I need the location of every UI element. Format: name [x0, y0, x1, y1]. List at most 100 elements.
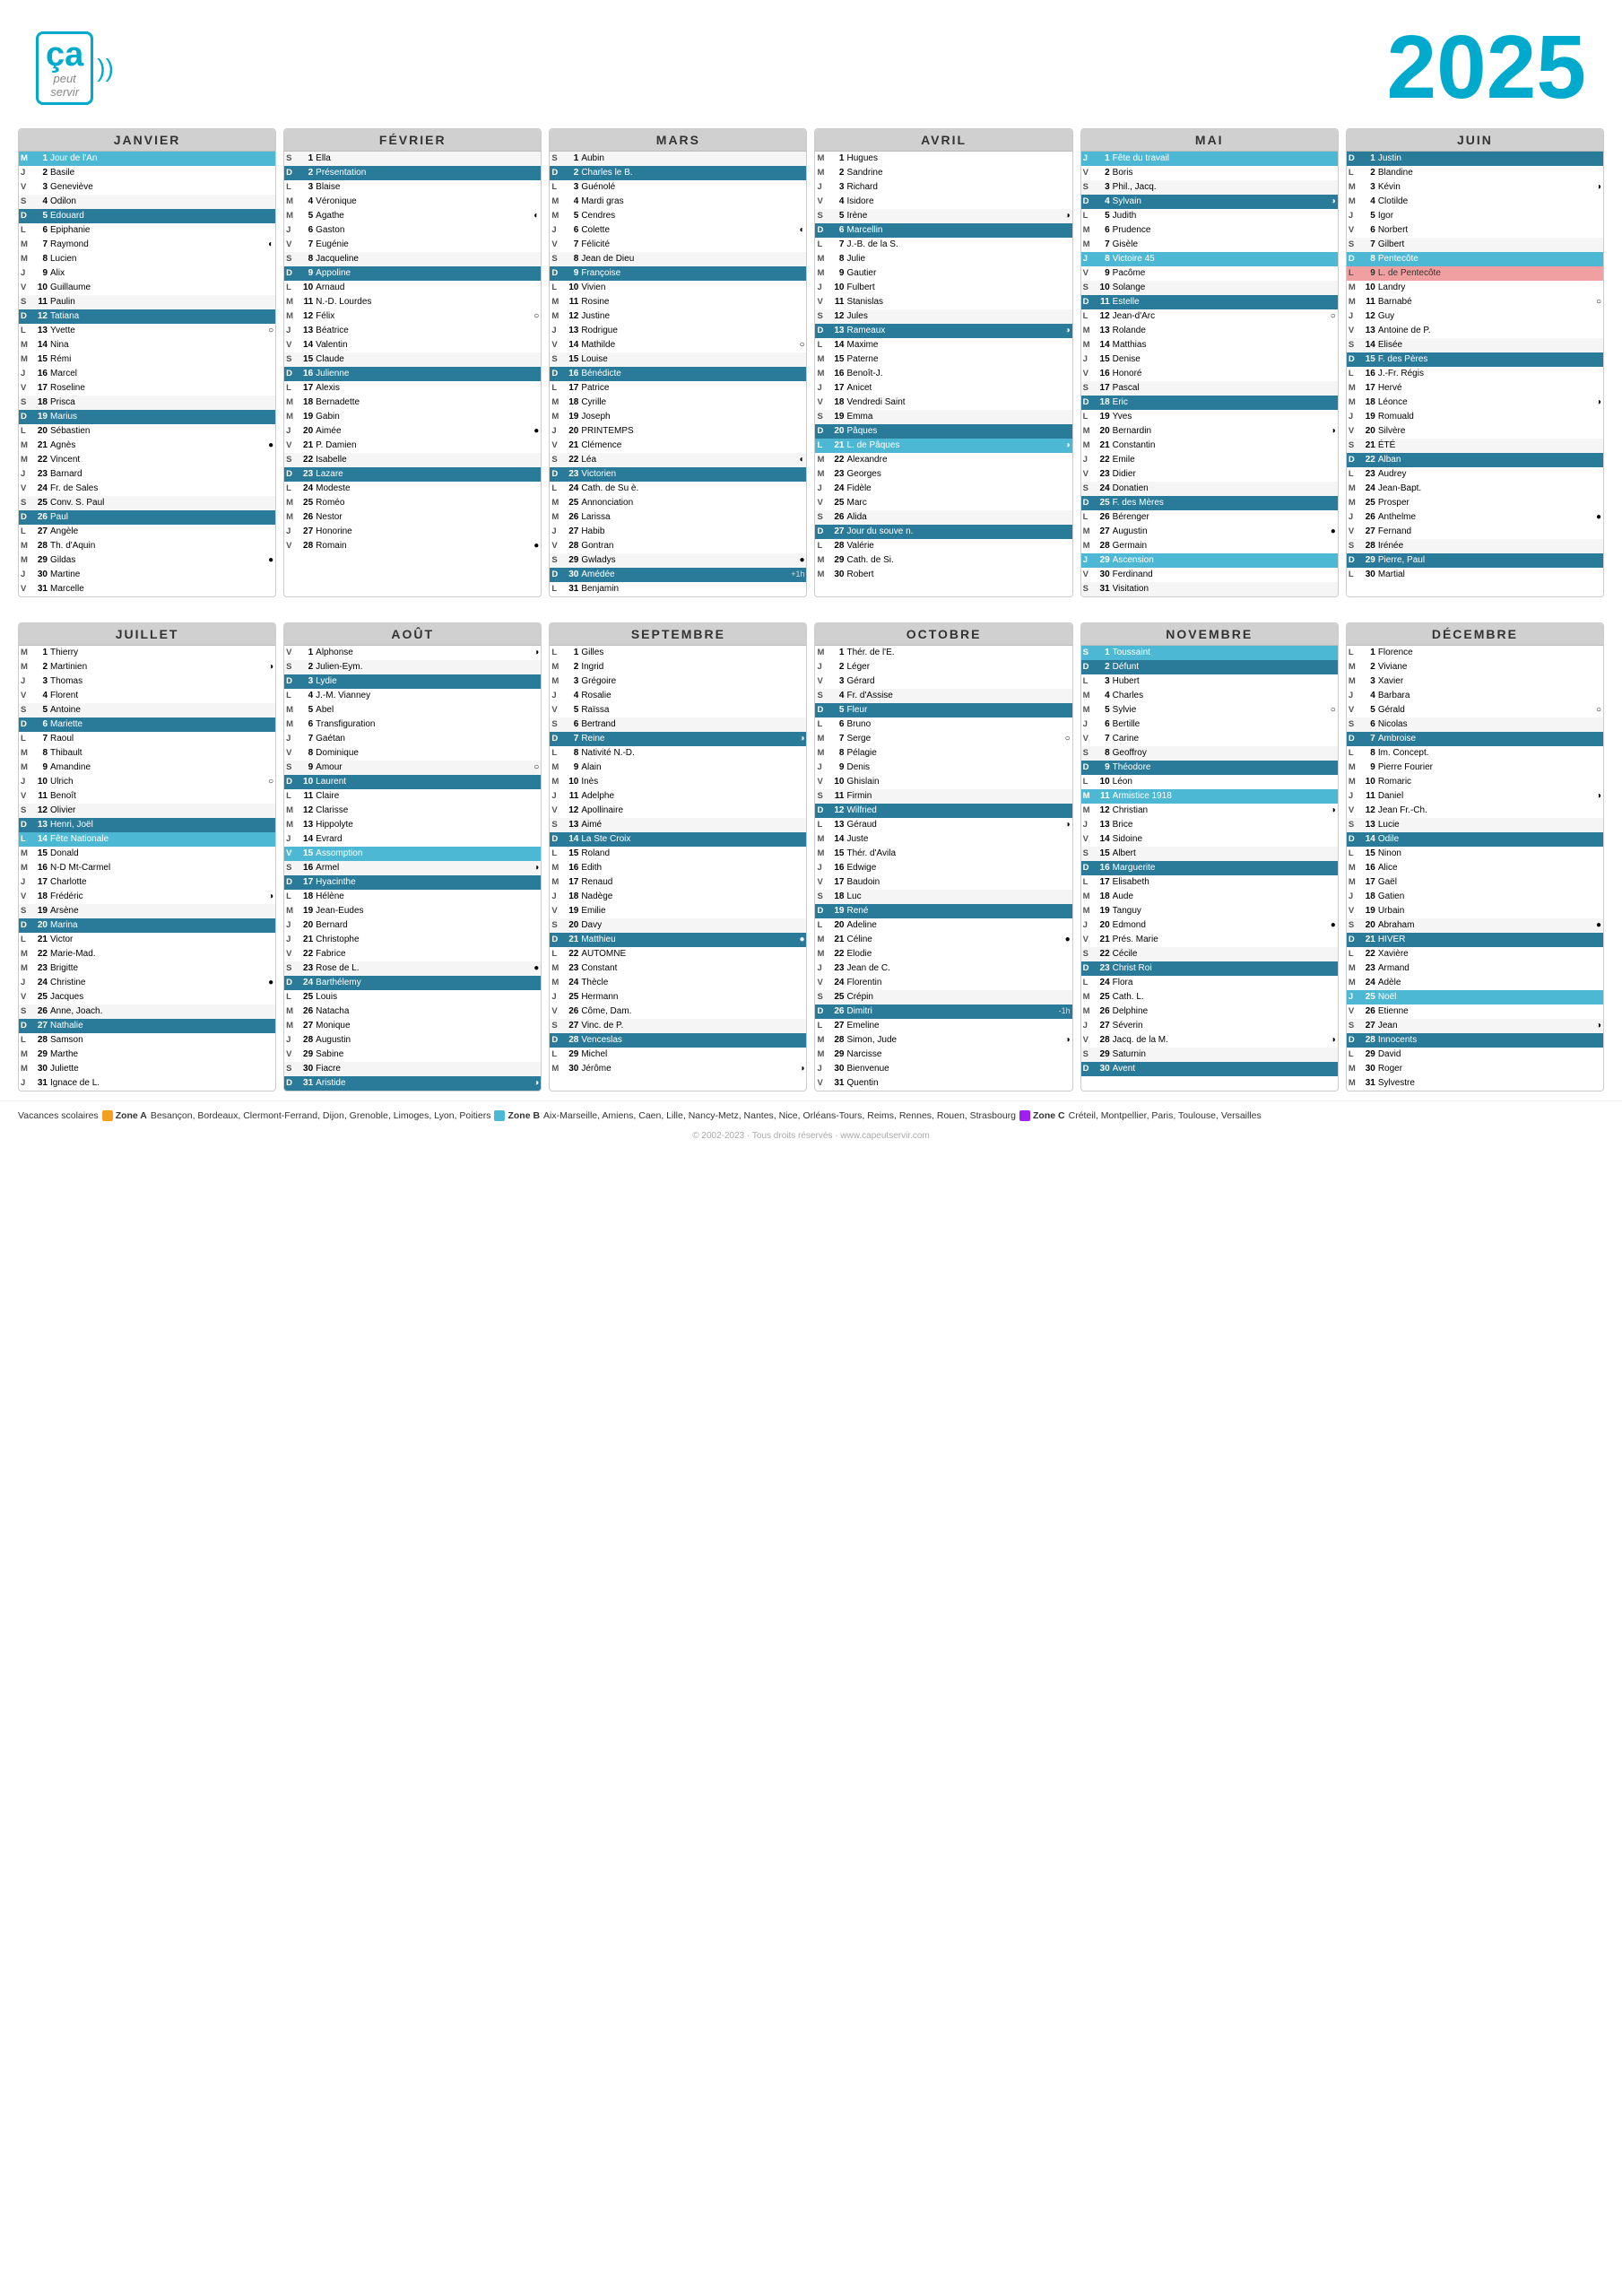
day-row: J22Emile [1081, 453, 1338, 467]
day-row: V31Quentin [815, 1076, 1071, 1091]
day-row: V23Didier [1081, 467, 1338, 482]
year-display: 2025 [1387, 16, 1586, 119]
day-row: L4J.-M. Vianney [284, 689, 541, 703]
day-row: V22Fabrice [284, 947, 541, 961]
day-row: M1Jour de l'An [19, 152, 275, 166]
day-row: L8Im. Concept. [1347, 746, 1603, 761]
day-row: V18Frédéric◑ [19, 890, 275, 904]
day-row: M6Prudence [1081, 223, 1338, 238]
day-row: J17Anicet [815, 381, 1071, 396]
month-body-novembre: S1Toussaint D2Défunt L3Hubert M4Charles … [1081, 646, 1338, 1076]
day-row: S22Léa◐ [550, 453, 806, 467]
legend-zone-b: Zone B [494, 1110, 540, 1121]
day-row: J31Ignace de L. [19, 1076, 275, 1091]
day-row: V14Sidoine [1081, 832, 1338, 847]
day-row: V21P. Damien [284, 439, 541, 453]
day-row: S30Fiacre [284, 1062, 541, 1076]
day-row: L17Elisabeth [1081, 875, 1338, 890]
day-row: M4Véronique [284, 195, 541, 209]
day-row: V24Fr. de Sales [19, 482, 275, 496]
month-decembre: DÉCEMBRE L1Florence M2Viviane M3Xavier J… [1346, 622, 1604, 1091]
logo-area: ça peut servir )) [36, 31, 114, 105]
day-row: V17Baudoin [815, 875, 1071, 890]
day-row: S20Abraham● [1347, 918, 1603, 933]
day-row: M13Hippolyte [284, 818, 541, 832]
day-row: S6Nicolas [1347, 718, 1603, 732]
day-row: M6Transfiguration [284, 718, 541, 732]
day-row: D18Eric [1081, 396, 1338, 410]
day-row: D9Françoise [550, 266, 806, 281]
day-row: V21Prés. Marie [1081, 933, 1338, 947]
day-row: L11Claire [284, 789, 541, 804]
day-row: J13Brice [1081, 818, 1338, 832]
day-row: D19René [815, 904, 1071, 918]
day-row: L19Yves [1081, 410, 1338, 424]
day-row: M22Marie-Mad. [19, 947, 275, 961]
day-row: M8Pélagie [815, 746, 1071, 761]
day-row: J3Thomas [19, 674, 275, 689]
day-row: V4Isidore [815, 195, 1071, 209]
day-row: L27Angèle [19, 525, 275, 539]
day-row: S31Visitation [1081, 582, 1338, 596]
day-row: S12Jules [815, 309, 1071, 324]
day-row: V31Marcelle [19, 582, 275, 596]
day-row: S8Jean de Dieu [550, 252, 806, 266]
day-row: J1Fête du travail [1081, 152, 1338, 166]
day-row: D27Jour du souve n. [815, 525, 1071, 539]
day-row: S16Armel◑ [284, 861, 541, 875]
day-row: M5Abel [284, 703, 541, 718]
day-row: M9Gautier [815, 266, 1071, 281]
day-row: D17Hyacinthe [284, 875, 541, 890]
day-row: S25Conv. S. Paul [19, 496, 275, 510]
day-row: V7Eugénie [284, 238, 541, 252]
day-row: L26Bérenger [1081, 510, 1338, 525]
month-header-juin: JUIN [1347, 129, 1603, 152]
day-row: M21Constantin [1081, 439, 1338, 453]
day-row: D21Matthieu● [550, 933, 806, 947]
day-row: D23Victorien [550, 467, 806, 482]
day-row: D6Marcellin [815, 223, 1071, 238]
day-row: J29Ascension [1081, 553, 1338, 568]
day-row: M8Julie [815, 252, 1071, 266]
day-row: J23Jean de C. [815, 961, 1071, 976]
month-header-aout: AOÛT [284, 623, 541, 646]
month-septembre: SEPTEMBRE L1Gilles M2Ingrid M3Grégoire J… [549, 622, 807, 1091]
month-header-octobre: OCTOBRE [815, 623, 1071, 646]
day-row: J6Bertille [1081, 718, 1338, 732]
month-header-septembre: SEPTEMBRE [550, 623, 806, 646]
day-row: S14Elisée [1347, 338, 1603, 352]
day-row: M30Jérôme◑ [550, 1062, 806, 1076]
day-row: V12Jean Fr.-Ch. [1347, 804, 1603, 818]
day-row: D7Ambroise [1347, 732, 1603, 746]
day-row: J24Fidèle [815, 482, 1071, 496]
month-janvier: JANVIER M1Jour de l'An J2Basile V3Genevi… [18, 128, 276, 597]
day-row: M4Charles [1081, 689, 1338, 703]
day-row: L20Adeline [815, 918, 1071, 933]
day-row: J28Augustin [284, 1033, 541, 1048]
day-row: S9Amour○ [284, 761, 541, 775]
day-row: D9Théodore [1081, 761, 1338, 775]
day-row: V2Boris [1081, 166, 1338, 180]
day-row: D22Alban [1347, 453, 1603, 467]
day-row: V4Florent [19, 689, 275, 703]
logo-ca: ça [46, 38, 83, 72]
day-row: L24Modeste [284, 482, 541, 496]
month-avril: AVRIL M1Hugues M2Sandrine J3Richard V4Is… [814, 128, 1072, 597]
day-row: M19Tanguy [1081, 904, 1338, 918]
day-row: V11Stanislas [815, 295, 1071, 309]
day-row: D2Charles le B. [550, 166, 806, 180]
month-novembre: NOVEMBRE S1Toussaint D2Défunt L3Hubert M… [1080, 622, 1339, 1091]
day-row: L24Flora [1081, 976, 1338, 990]
day-row: M29Gildas● [19, 553, 275, 568]
day-row: V9Pacôme [1081, 266, 1338, 281]
day-row: M14Nina [19, 338, 275, 352]
day-row: J27Séverin [1081, 1019, 1338, 1033]
day-row: D9Appoline [284, 266, 541, 281]
day-row: D21HIVER [1347, 933, 1603, 947]
day-row: L21Victor [19, 933, 275, 947]
day-row: L31Benjamin [550, 582, 806, 596]
day-row: M26Larissa [550, 510, 806, 525]
day-row: S26Anne, Joach. [19, 1004, 275, 1019]
calendar-top: JANVIER M1Jour de l'An J2Basile V3Genevi… [0, 128, 1622, 1091]
day-row: M27Augustin● [1081, 525, 1338, 539]
